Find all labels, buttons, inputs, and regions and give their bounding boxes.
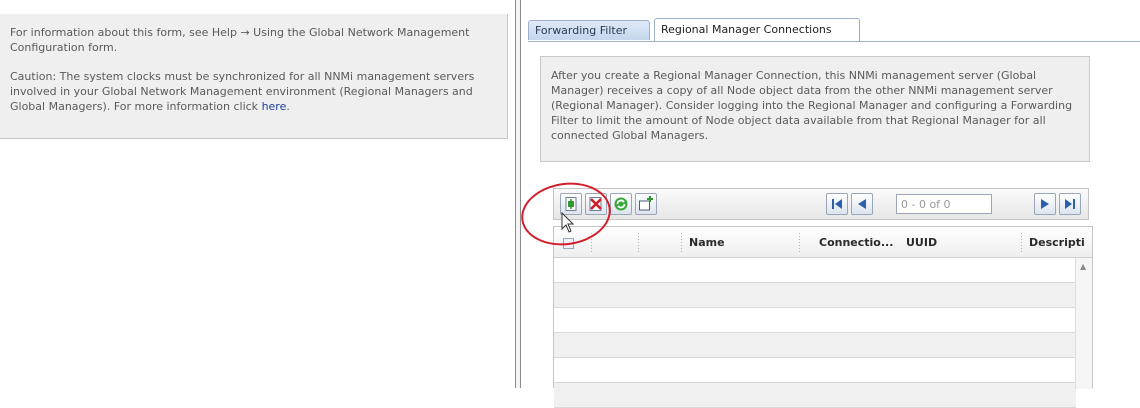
table-body: [554, 258, 1076, 408]
scroll-up-icon[interactable]: ▲: [1080, 262, 1086, 271]
table-row[interactable]: [554, 333, 1076, 358]
table-header: Name Connectio... UUID Descripti: [554, 227, 1092, 258]
add-attribute-button[interactable]: [635, 193, 657, 215]
connections-table: Name Connectio... UUID Descripti ▲: [553, 226, 1093, 408]
mouse-pointer-icon: [561, 211, 575, 237]
column-header-description[interactable]: Descripti: [1029, 236, 1085, 249]
caution-text: Caution: The system clocks must be synch…: [10, 69, 497, 114]
caution-body: Caution: The system clocks must be synch…: [10, 70, 475, 113]
tab-panel-border: [528, 41, 1140, 42]
next-page-button[interactable]: [1034, 193, 1056, 215]
table-row[interactable]: [554, 358, 1076, 383]
vertical-scrollbar[interactable]: ▲: [1075, 258, 1092, 389]
caution-suffix: .: [286, 100, 290, 113]
table-row[interactable]: [554, 383, 1076, 408]
description-box: After you create a Regional Manager Conn…: [540, 56, 1090, 162]
column-header-name[interactable]: Name: [689, 236, 725, 249]
column-header-connection[interactable]: Connectio...: [819, 236, 893, 249]
table-row[interactable]: [554, 308, 1076, 333]
info-panel: For information about this form, see Hel…: [0, 14, 508, 139]
tab-regional-manager-connections[interactable]: Regional Manager Connections: [654, 18, 860, 42]
refresh-button[interactable]: [610, 193, 632, 215]
column-separator[interactable]: [680, 232, 683, 252]
column-separator[interactable]: [1020, 232, 1023, 252]
previous-page-button[interactable]: [851, 193, 873, 215]
table-toolbar: [553, 188, 1089, 220]
help-info-text: For information about this form, see Hel…: [10, 26, 470, 54]
column-header-uuid[interactable]: UUID: [906, 236, 937, 249]
last-page-button[interactable]: [1059, 193, 1081, 215]
page-range-field[interactable]: [896, 194, 992, 214]
here-link[interactable]: here: [262, 100, 287, 113]
first-page-button[interactable]: [826, 193, 848, 215]
table-row[interactable]: [554, 283, 1076, 308]
column-separator[interactable]: [637, 232, 640, 252]
column-separator[interactable]: [798, 232, 801, 252]
tab-forwarding-filter[interactable]: Forwarding Filter: [528, 20, 650, 40]
pane-splitter[interactable]: [515, 0, 521, 388]
table-row[interactable]: [554, 258, 1076, 283]
